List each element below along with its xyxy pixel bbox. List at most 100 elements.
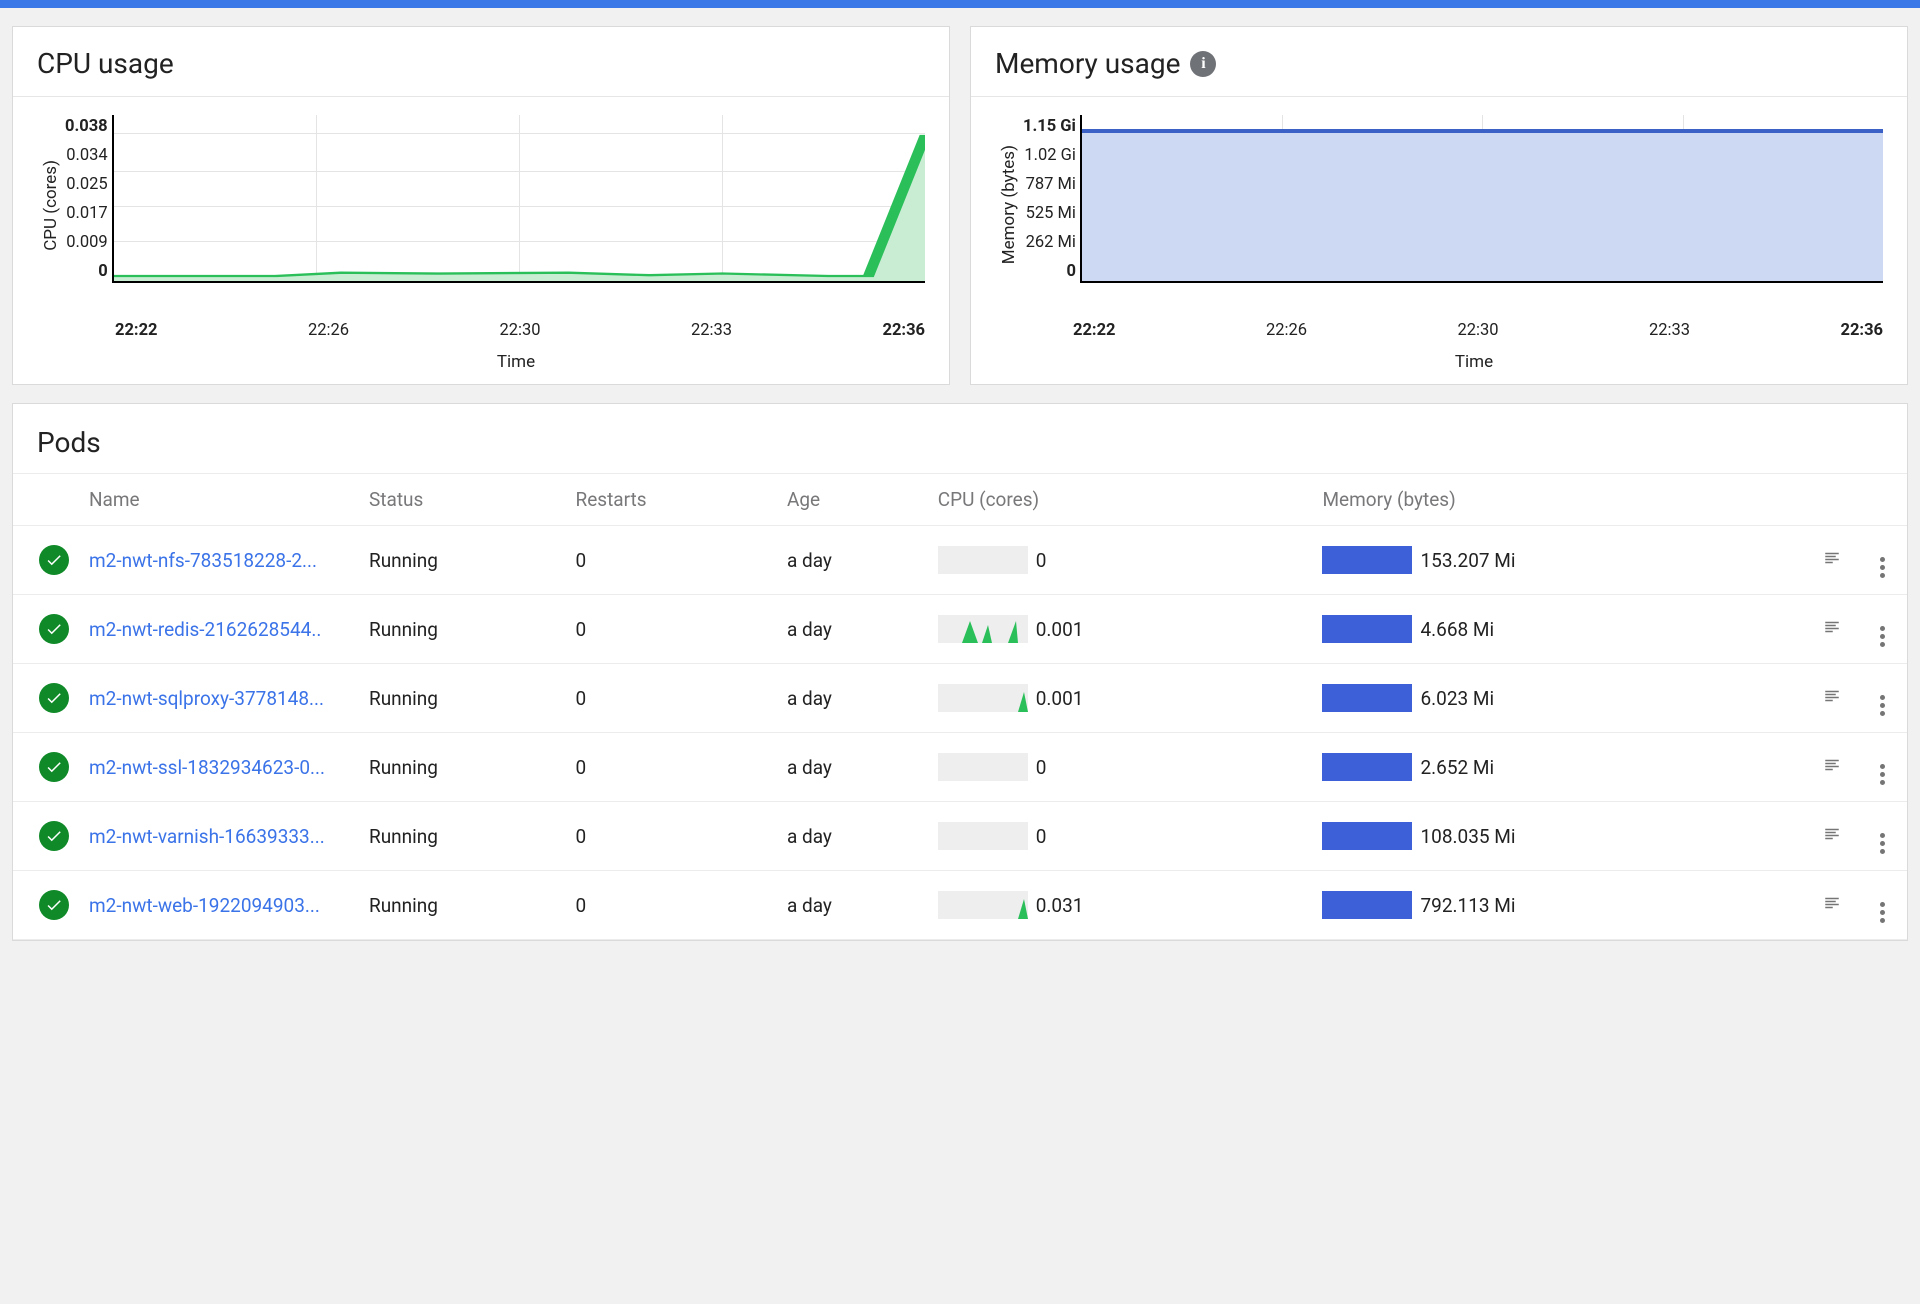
- cpu-sparkline: [938, 615, 1028, 643]
- pods-card: Pods Name Status Restarts Age CPU (cores…: [12, 403, 1908, 941]
- col-status-header[interactable]: Status: [359, 474, 566, 526]
- cpu-sparkline: [938, 546, 1028, 574]
- more-menu-icon[interactable]: [1880, 678, 1885, 706]
- pod-cpu-value: 0: [1036, 756, 1047, 779]
- ytick: 0.034: [66, 146, 107, 165]
- mem-y-axis-label: Memory (bytes): [995, 145, 1023, 264]
- memory-bar: [1322, 684, 1412, 712]
- logs-icon[interactable]: [1821, 825, 1843, 848]
- more-menu-icon[interactable]: [1880, 540, 1885, 568]
- pod-restarts: 0: [566, 802, 777, 871]
- pod-memory-value: 6.023 Mi: [1420, 687, 1494, 710]
- mem-x-ticks: 22:22 22:26 22:30 22:33 22:36: [1073, 321, 1883, 340]
- pods-table: Name Status Restarts Age CPU (cores) Mem…: [13, 474, 1907, 940]
- col-status-icon: [13, 474, 79, 526]
- table-row: m2-nwt-redis-2162628544.. Running 0 a da…: [13, 595, 1907, 664]
- table-row: m2-nwt-web-1922094903... Running 0 a day…: [13, 871, 1907, 940]
- ytick: 0: [98, 262, 107, 281]
- cpu-plot: [112, 115, 925, 283]
- logs-icon[interactable]: [1821, 549, 1843, 572]
- col-restarts-header[interactable]: Restarts: [566, 474, 777, 526]
- cpu-x-ticks: 22:22 22:26 22:30 22:33 22:36: [115, 321, 925, 340]
- memory-usage-card: Memory usage i Memory (bytes) 1.15 Gi 1.…: [970, 26, 1908, 385]
- top-accent-bar: [0, 0, 1920, 8]
- ytick: 0.017: [66, 204, 107, 223]
- more-menu-icon[interactable]: [1880, 747, 1885, 775]
- pod-memory-value: 792.113 Mi: [1420, 894, 1515, 917]
- more-menu-icon[interactable]: [1880, 885, 1885, 913]
- pod-link[interactable]: m2-nwt-redis-2162628544..: [89, 618, 321, 641]
- pod-status: Running: [359, 871, 566, 940]
- info-icon[interactable]: i: [1190, 51, 1216, 77]
- ytick: 0.009: [66, 233, 107, 252]
- xtick: 22:33: [1649, 321, 1690, 340]
- pod-age: a day: [777, 733, 928, 802]
- pods-header: Pods: [13, 404, 1907, 474]
- col-cpu-header[interactable]: CPU (cores): [928, 474, 1313, 526]
- cpu-sparkline: [938, 822, 1028, 850]
- memory-bar: [1322, 822, 1412, 850]
- cpu-usage-card: CPU usage CPU (cores) 0.038 0.034 0.025 …: [12, 26, 950, 385]
- status-ok-icon: [39, 683, 69, 713]
- logs-icon[interactable]: [1821, 687, 1843, 710]
- cpu-sparkline: [938, 684, 1028, 712]
- logs-icon[interactable]: [1821, 618, 1843, 641]
- xtick: 22:26: [1266, 321, 1307, 340]
- status-ok-icon: [39, 890, 69, 920]
- table-row: m2-nwt-varnish-16639333... Running 0 a d…: [13, 802, 1907, 871]
- pod-memory-value: 153.207 Mi: [1420, 549, 1515, 572]
- pod-memory-value: 2.652 Mi: [1420, 756, 1494, 779]
- memory-bar: [1322, 615, 1412, 643]
- cpu-card-title: CPU usage: [37, 47, 174, 80]
- pod-restarts: 0: [566, 733, 777, 802]
- pod-link[interactable]: m2-nwt-nfs-783518228-2...: [89, 549, 317, 572]
- pod-restarts: 0: [566, 871, 777, 940]
- col-age-header[interactable]: Age: [777, 474, 928, 526]
- memory-bar: [1322, 546, 1412, 574]
- xtick: 22:30: [499, 321, 540, 340]
- cpu-sparkline: [938, 753, 1028, 781]
- logs-icon[interactable]: [1821, 756, 1843, 779]
- mem-chart-body: Memory (bytes) 1.15 Gi 1.02 Gi 787 Mi 52…: [971, 97, 1907, 384]
- pod-link[interactable]: m2-nwt-web-1922094903...: [89, 894, 320, 917]
- ytick: 787 Mi: [1026, 175, 1076, 194]
- ytick: 525 Mi: [1026, 204, 1076, 223]
- pod-age: a day: [777, 871, 928, 940]
- ytick: 262 Mi: [1026, 233, 1076, 252]
- pod-cpu-value: 0.031: [1036, 894, 1084, 917]
- pod-link[interactable]: m2-nwt-varnish-16639333...: [89, 825, 325, 848]
- pod-cpu-value: 0: [1036, 549, 1047, 572]
- more-menu-icon[interactable]: [1880, 609, 1885, 637]
- table-row: m2-nwt-nfs-783518228-2... Running 0 a da…: [13, 526, 1907, 595]
- more-menu-icon[interactable]: [1880, 816, 1885, 844]
- pod-link[interactable]: m2-nwt-ssl-1832934623-0...: [89, 756, 325, 779]
- col-name-header[interactable]: Name: [79, 474, 359, 526]
- mem-plot: [1080, 115, 1883, 283]
- pod-cpu-value: 0.001: [1036, 618, 1084, 641]
- xtick: 22:33: [691, 321, 732, 340]
- xtick: 22:22: [115, 321, 158, 340]
- ytick: 0.025: [66, 175, 107, 194]
- col-memory-header[interactable]: Memory (bytes): [1312, 474, 1807, 526]
- logs-icon[interactable]: [1821, 894, 1843, 917]
- pod-link[interactable]: m2-nwt-sqlproxy-3778148...: [89, 687, 324, 710]
- ytick: 0.038: [65, 117, 108, 136]
- cpu-y-axis-label: CPU (cores): [37, 160, 65, 251]
- xtick: 22:36: [882, 321, 925, 340]
- pods-title: Pods: [37, 426, 1883, 459]
- table-row: m2-nwt-ssl-1832934623-0... Running 0 a d…: [13, 733, 1907, 802]
- pod-restarts: 0: [566, 595, 777, 664]
- pod-restarts: 0: [566, 526, 777, 595]
- charts-row: CPU usage CPU (cores) 0.038 0.034 0.025 …: [0, 8, 1920, 403]
- cpu-y-ticks: 0.038 0.034 0.025 0.017 0.009 0: [65, 115, 112, 281]
- pod-age: a day: [777, 802, 928, 871]
- pod-age: a day: [777, 664, 928, 733]
- ytick: 1.02 Gi: [1024, 146, 1076, 165]
- pod-age: a day: [777, 595, 928, 664]
- xtick: 22:22: [1073, 321, 1116, 340]
- memory-bar: [1322, 891, 1412, 919]
- pod-status: Running: [359, 595, 566, 664]
- xtick: 22:26: [308, 321, 349, 340]
- status-ok-icon: [39, 821, 69, 851]
- status-ok-icon: [39, 614, 69, 644]
